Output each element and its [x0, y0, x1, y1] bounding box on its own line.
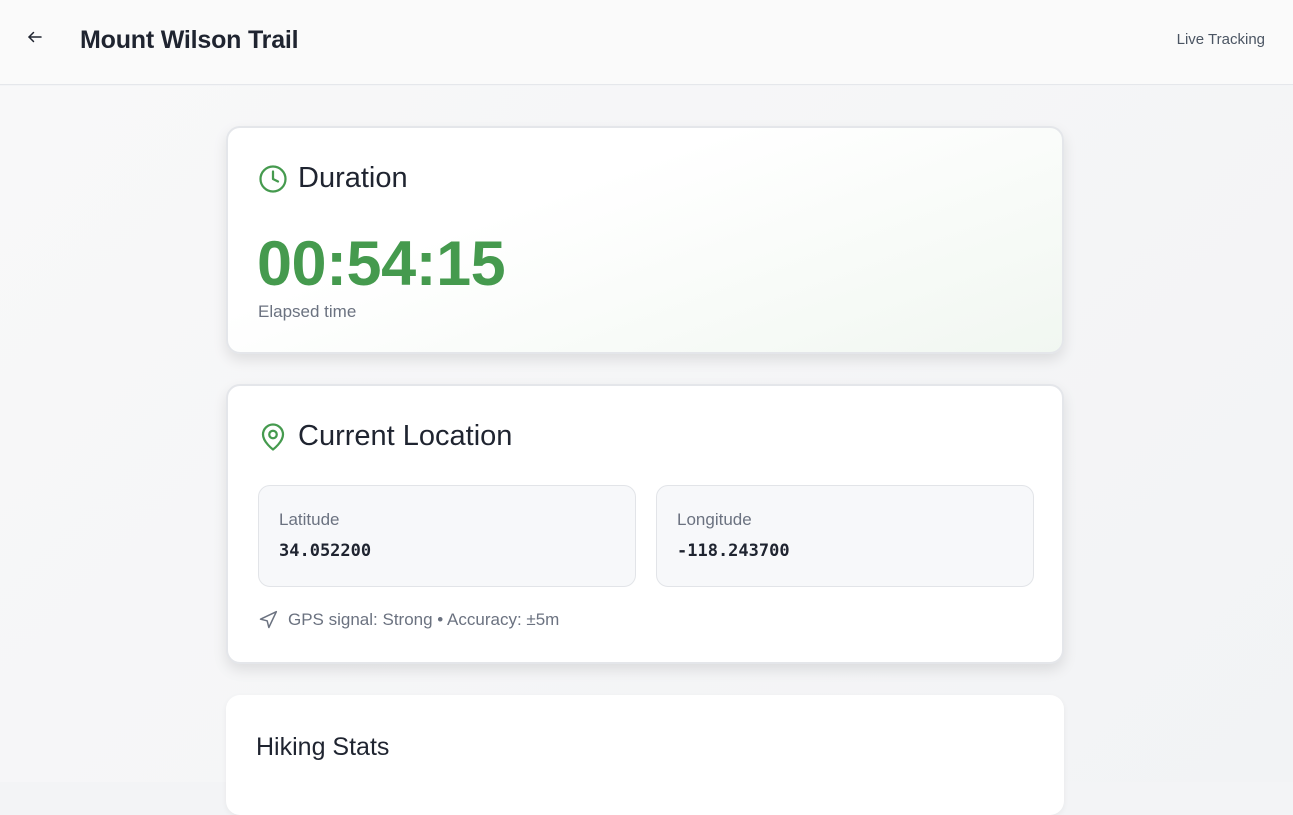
duration-header: Duration [258, 162, 408, 195]
back-button[interactable] [22, 26, 48, 52]
latitude-value: 34.052200 [279, 541, 372, 561]
latitude-label: Latitude [279, 510, 340, 529]
arrow-left-icon [26, 28, 44, 51]
location-title: Current Location [298, 420, 513, 452]
page-title: Mount Wilson Trail [80, 26, 299, 54]
longitude-box: Longitude -118.243700 [656, 485, 1034, 587]
navigation-icon [258, 610, 278, 630]
duration-title: Duration [298, 162, 408, 194]
gps-status-text: GPS signal: Strong • Accuracy: ±5m [288, 610, 560, 629]
map-pin-icon [258, 422, 288, 452]
hiking-stats-card: Hiking Stats [226, 695, 1064, 815]
hiking-stats-title: Hiking Stats [256, 733, 390, 761]
duration-card: Duration 00:54:15 Elapsed time [226, 126, 1064, 354]
latitude-box: Latitude 34.052200 [258, 485, 636, 587]
clock-icon [258, 164, 288, 194]
elapsed-time-label: Elapsed time [258, 302, 357, 321]
location-card: Current Location Latitude 34.052200 Long… [226, 384, 1064, 664]
location-header: Current Location [258, 420, 512, 453]
gps-status: GPS signal: Strong • Accuracy: ±5m [258, 610, 559, 630]
longitude-label: Longitude [677, 510, 752, 529]
live-tracking-link[interactable]: Live Tracking [1177, 31, 1265, 48]
longitude-value: -118.243700 [677, 541, 790, 561]
elapsed-time-value: 00:54:15 [257, 229, 506, 299]
top-bar: Mount Wilson Trail Live Tracking [0, 0, 1293, 85]
main-content: Duration 00:54:15 Elapsed time Current L… [0, 86, 1293, 815]
